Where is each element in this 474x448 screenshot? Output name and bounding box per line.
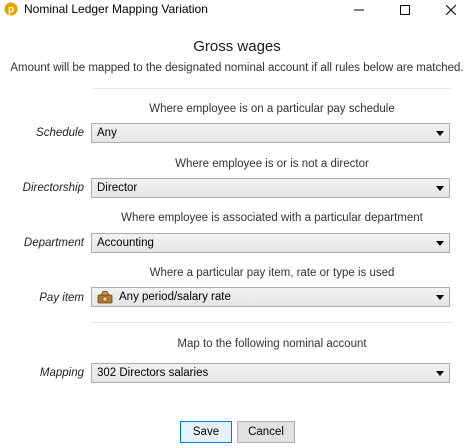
dropdown-arrow-icon [433,124,447,142]
dropdown-arrow-icon [433,288,447,306]
directorship-label: Directorship [22,182,84,194]
mapping-dropdown[interactable]: 302 Directors salaries [91,363,450,383]
department-value: Accounting [97,237,154,249]
directorship-caption: Where employee is or is not a director [175,158,369,170]
save-button[interactable]: Save [180,421,232,443]
mapping-caption: Map to the following nominal account [177,338,367,350]
pay-item-caption: Where a particular pay item, rate or typ… [149,267,395,279]
close-icon [446,5,456,15]
dropdown-arrow-icon [433,364,447,382]
dropdown-arrow-icon [433,234,447,252]
close-button[interactable] [428,0,474,20]
schedule-caption: Where employee is on a particular pay sc… [149,103,395,115]
dialog-subtitle: Amount will be mapped to the designated … [10,62,464,74]
directorship-dropdown[interactable]: Director [91,178,450,198]
mapping-label: Mapping [39,367,84,379]
department-label: Department [23,237,84,249]
schedule-value: Any [97,127,117,139]
mapping-value: 302 Directors salaries [97,367,209,379]
dialog-title: Gross wages [193,38,281,55]
minimize-icon [354,9,364,11]
schedule-dropdown[interactable]: Any [91,123,450,143]
cancel-button[interactable]: Cancel [237,421,295,443]
pay-item-dropdown[interactable]: Any period/salary rate [91,287,450,307]
pay-item-label: Pay item [39,292,84,304]
money-bag-icon [97,291,113,304]
sage-app-icon: p [4,2,18,16]
maximize-icon [400,5,410,15]
maximize-button[interactable] [382,0,428,20]
department-dropdown[interactable]: Accounting [91,233,450,253]
svg-text:p: p [8,5,14,16]
schedule-label: Schedule [36,127,84,139]
directorship-value: Director [97,182,138,194]
title-bar: p Nominal Ledger Mapping Variation [0,0,474,20]
divider [92,88,452,89]
dropdown-arrow-icon [433,179,447,197]
window-title: Nominal Ledger Mapping Variation [24,2,208,16]
divider [92,322,452,323]
minimize-button[interactable] [336,0,382,20]
pay-item-value: Any period/salary rate [119,291,231,303]
department-caption: Where employee is associated with a part… [121,212,423,224]
